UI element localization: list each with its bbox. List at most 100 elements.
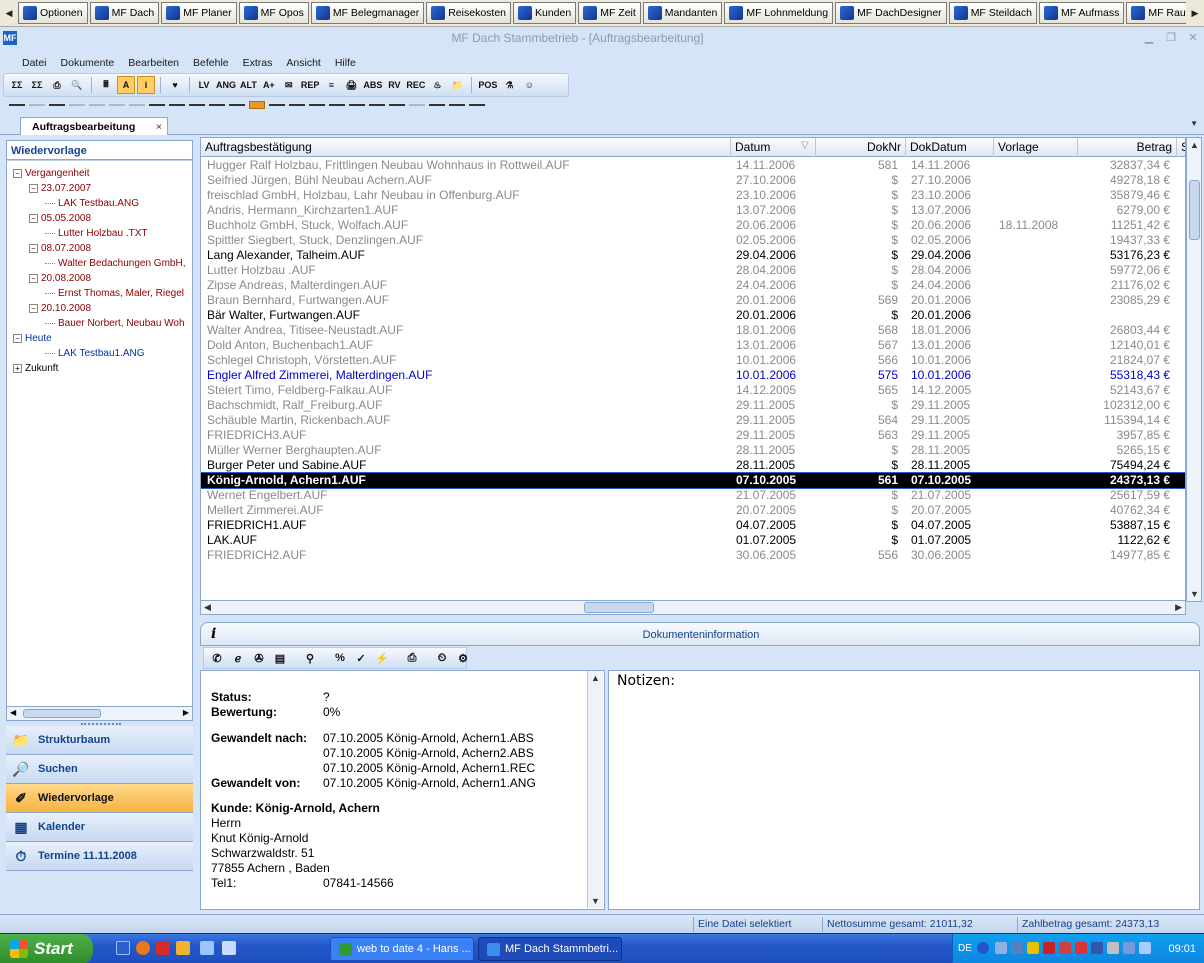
line-style-option[interactable] (269, 104, 285, 106)
docinfo-tool-2[interactable]: ✇ (250, 649, 268, 667)
docinfo-tool-8[interactable]: ⎙ (403, 649, 421, 667)
docinfo-tool-6[interactable]: ✓ (352, 649, 370, 667)
tray-security-icon[interactable] (1059, 942, 1071, 954)
scroll-thumb[interactable] (584, 602, 654, 613)
launcher-reisekosten-button[interactable]: Reisekosten (426, 2, 511, 24)
menu-datei[interactable]: Datei (15, 57, 54, 69)
restore-button[interactable]: ❐ (1160, 31, 1182, 44)
tree-node[interactable]: − Vergangenheit (13, 166, 90, 181)
quicklaunch-firefox-icon[interactable] (136, 941, 150, 955)
line-style-option[interactable] (149, 104, 165, 106)
table-row[interactable]: FRIEDRICH1.AUF 04.07.2005 $04.07.2005 53887… (201, 518, 1185, 533)
table-row[interactable]: Walter Andrea, Titisee-Neustadt.AUF 18.01… (201, 323, 1185, 338)
table-row[interactable]: Mellert Zimmerei.AUF 20.07.2005 $20.07.200… (201, 503, 1185, 518)
toolbar-button-7[interactable]: ♥ (166, 76, 184, 94)
table-row[interactable]: Wernet Engelbert.AUF 21.07.2005 $21.07.200… (201, 488, 1185, 503)
line-style-option[interactable] (129, 104, 145, 106)
minimize-button[interactable]: ▁ (1138, 31, 1160, 44)
docinfo-tool-0[interactable]: ✆ (208, 649, 226, 667)
tree-node[interactable]: −05.05.2008 (29, 211, 91, 226)
taskbar-task-0[interactable]: web to date 4 - Hans ... (330, 937, 474, 961)
quicklaunch-ie-icon[interactable] (116, 941, 130, 955)
line-style-option[interactable] (89, 104, 105, 106)
scroll-left-icon[interactable]: ◀ (204, 602, 211, 613)
toolbar-button-15[interactable]: 🖨 (342, 76, 360, 94)
toolbar-button-11[interactable]: A+ (260, 76, 278, 94)
line-style-option[interactable] (389, 104, 405, 106)
tray-usb-icon[interactable] (1107, 942, 1119, 954)
toolbar-button-16[interactable]: ABS (362, 76, 383, 94)
toolbar-button-22[interactable]: ⚗ (500, 76, 518, 94)
toolbar-button-12[interactable]: ✉ (280, 76, 298, 94)
collapse-icon[interactable]: − (29, 213, 38, 223)
table-row[interactable]: FRIEDRICH3.AUF 29.11.2005 563 29.11.2005 395… (201, 428, 1185, 443)
toolbar-button-9[interactable]: ANG (215, 76, 237, 94)
table-row[interactable]: Bachschmidt, Ralf_Freiburg.AUF 29.11.2005… (201, 398, 1185, 413)
tree-node[interactable]: −23.07.2007 (29, 181, 91, 196)
toolbar-button-1[interactable]: ΣΣ (28, 76, 46, 94)
tab-close-icon[interactable]: × (156, 121, 162, 133)
expand-icon[interactable]: + (13, 363, 22, 373)
tab-list-chevron-icon[interactable]: ▼ (1190, 119, 1198, 128)
toolbar-button-18[interactable]: REC (405, 76, 426, 94)
toolbar-button-21[interactable]: POS (477, 76, 498, 94)
line-style-option[interactable] (169, 104, 185, 106)
tray-display-icon[interactable] (1011, 942, 1023, 954)
grid-vertical-scrollbar[interactable]: ▲ ▼ (1186, 137, 1202, 602)
toolbar-button-20[interactable]: 📁 (448, 76, 466, 94)
scroll-right-icon[interactable]: ▶ (1175, 602, 1182, 613)
line-style-option[interactable] (49, 104, 65, 106)
line-style-option[interactable] (209, 104, 225, 106)
quicklaunch-desktop-icon[interactable] (222, 941, 236, 955)
launcher-mf-steildach-button[interactable]: MF Steildach (948, 2, 1037, 24)
table-row[interactable]: Dold Anton, Buchenbach1.AUF 13.01.2006 567… (201, 338, 1185, 353)
line-style-option[interactable] (449, 104, 465, 106)
toolbar-button-8[interactable]: LV (195, 76, 213, 94)
table-row[interactable]: Buchholz GmbH, Stuck, Wolfach.AUF 20.06.2… (201, 218, 1185, 233)
toolbar-button-2[interactable]: ⎙ (48, 76, 66, 94)
tree-node[interactable]: −20.10.2008 (29, 301, 91, 316)
column-header-s[interactable]: S (1177, 138, 1185, 157)
line-style-option[interactable] (29, 104, 45, 106)
tray-monitor-icon[interactable] (1139, 942, 1151, 954)
tree-node[interactable]: + Zukunft (13, 361, 58, 376)
menu-befehle[interactable]: Befehle (186, 57, 236, 69)
info-vertical-scrollbar[interactable]: ▲ ▼ (587, 671, 603, 908)
toolbar-button-17[interactable]: RV (385, 76, 403, 94)
table-row[interactable]: Hugger Ralf Holzbau, Frittlingen Neubau … (201, 158, 1185, 173)
docinfo-tool-9[interactable]: ⏲ (433, 649, 451, 667)
tree-node[interactable]: Walter Bedachungen GmbH, (45, 256, 185, 271)
launcher-mf-opos-button[interactable]: MF Opos (238, 2, 309, 24)
nav-strukturbaum[interactable]: 📁 Strukturbaum (6, 726, 193, 755)
toolbar-button-10[interactable]: ALT (239, 76, 258, 94)
line-style-option[interactable] (309, 104, 325, 106)
nav-kalender[interactable]: ▦ Kalender (6, 813, 193, 842)
quicklaunch-app-icon[interactable] (156, 941, 170, 955)
line-style-option[interactable] (429, 104, 445, 106)
collapse-icon[interactable]: − (29, 243, 38, 253)
toolbar-button-4[interactable]: 🖩 (97, 76, 115, 94)
tree-node[interactable]: − Heute (13, 331, 52, 346)
table-row[interactable]: Müller Werner Berghaupten.AUF 28.11.2005 $… (201, 443, 1185, 458)
menu-bearbeiten[interactable]: Bearbeiten (121, 57, 186, 69)
tray-network-icon[interactable] (995, 942, 1007, 954)
line-style-option[interactable] (229, 104, 245, 106)
collapse-icon[interactable]: − (29, 183, 38, 193)
table-row[interactable]: Schäuble Martin, Rickenbach.AUF 29.11.200… (201, 413, 1185, 428)
launcher-mandanten-button[interactable]: Mandanten (642, 2, 723, 24)
toolbar-button-0[interactable]: ΣΣ (8, 76, 26, 94)
collapse-icon[interactable]: − (13, 333, 22, 343)
line-style-option[interactable] (329, 104, 345, 106)
table-row[interactable]: Zipse Andreas, Malterdingen.AUF 24.04.200… (201, 278, 1185, 293)
tray-antivirus-icon[interactable] (1043, 942, 1055, 954)
toolbar-button-13[interactable]: REP (300, 76, 321, 94)
nav-termine-11-11-2008[interactable]: ⏱ Termine 11.11.2008 (6, 842, 193, 871)
grid-horizontal-scrollbar[interactable]: ◀ ▶ (200, 600, 1186, 615)
table-row[interactable]: Bär Walter, Furtwangen.AUF 20.01.2006 $20.… (201, 308, 1185, 323)
collapse-icon[interactable]: − (13, 168, 22, 178)
table-row[interactable]: König-Arnold, Achern1.AUF 07.10.2005 561 07… (201, 472, 1185, 489)
line-style-option[interactable] (9, 104, 25, 106)
start-button[interactable]: Start (0, 934, 93, 963)
tab-auftragsbearbeitung[interactable]: Auftragsbearbeitung × (20, 117, 168, 135)
line-style-option[interactable] (289, 104, 305, 106)
